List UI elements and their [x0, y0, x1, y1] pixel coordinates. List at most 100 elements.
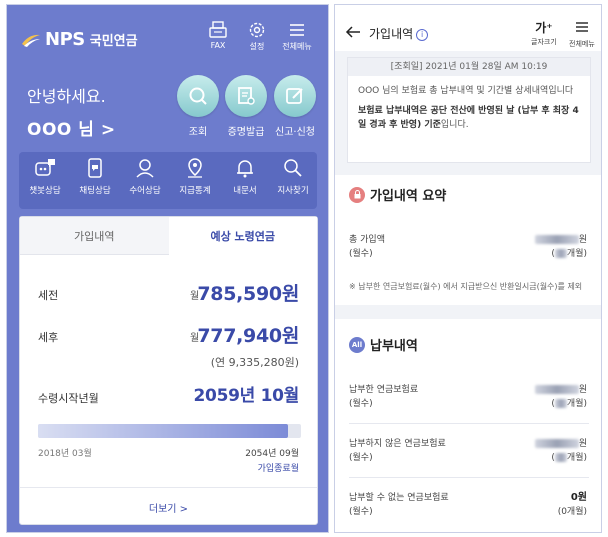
paid-months-unit: 개월): [566, 399, 587, 409]
quick-menu-bar: 챗봇상담 채팅상담 수어상담 지급통계 내문서 지사찾기: [19, 152, 317, 209]
quick-chatbot[interactable]: 챗봇상담: [25, 157, 65, 196]
progress-start-date: 2018년 03월: [38, 449, 92, 459]
tab-subscription-history[interactable]: 가입내역: [20, 217, 169, 255]
unpayable-months-label: (월수): [349, 507, 373, 517]
quick-find-branch-label: 지사찾기: [277, 186, 309, 196]
magnifier-icon: [284, 159, 302, 177]
total-amount-unit: 원: [578, 235, 587, 245]
row-divider: [349, 423, 589, 424]
quick-my-documents-label: 내문서: [233, 186, 257, 196]
user-name-link[interactable]: OOO 님 >: [27, 115, 116, 140]
payment-row-label: 납부할 수 없는 연금보험료 (월수): [349, 491, 449, 519]
report-apply-button[interactable]: 신고·신청: [272, 75, 318, 138]
unpaid-months-label: (월수): [349, 453, 373, 463]
masked-value: [534, 385, 579, 394]
certificate-circle: [225, 75, 267, 117]
enrollment-end-link[interactable]: 가입종료월: [258, 461, 299, 474]
fax-label: FAX: [210, 41, 226, 50]
unpaid-label: 납부하지 않은 연금보험료: [349, 439, 446, 449]
summary-title-text: 가입내역 요약: [370, 189, 447, 204]
notice-text-2-tail: 입니다.: [440, 120, 469, 130]
masked-value: [554, 453, 567, 462]
notice-body: OOO 님의 보험료 총 납부내역 및 기간별 상세내역입니다 보험료 납부내역…: [348, 76, 590, 140]
summary-note: ※ 납부한 연금보험료(월수) 에서 지급받으신 반환일시금(월수)를 제외: [349, 282, 583, 291]
font-size-icon: 가⁺: [535, 21, 553, 35]
back-arrow-icon[interactable]: [345, 25, 361, 39]
quick-chatbot-label: 챗봇상담: [29, 186, 61, 196]
info-icon[interactable]: i: [416, 29, 429, 41]
font-size-button[interactable]: 가⁺ 글자크기: [531, 19, 557, 47]
unpayable-months: (0개월): [557, 507, 587, 517]
section-gap: [335, 305, 601, 319]
unpaid-value: 원 (개월): [534, 437, 587, 465]
unpaid-amount-unit: 원: [578, 439, 587, 449]
payment-row-label: 납부하지 않은 연금보험료 (월수): [349, 437, 446, 465]
logo-text-ko: 국민연금: [89, 34, 138, 49]
payment-row-label: 납부한 연금보험료 (월수): [349, 383, 418, 411]
lock-icon: [354, 190, 360, 199]
total-months-unit: 개월): [566, 249, 587, 259]
unpayable-value: 0원 (0개월): [558, 491, 587, 519]
notice-text-1: OOO 님의 보험료 총 납부내역 및 기간별 상세내역입니다: [358, 86, 574, 96]
notice-box: [조회일] 2021년 01월 28일 AM 10:19 OOO 님의 보험료 …: [347, 57, 591, 163]
masked-value: [554, 249, 567, 258]
tab-expected-pension[interactable]: 예상 노령연금: [168, 217, 317, 255]
masked-value: [534, 439, 579, 448]
right-menu-label: 전체메뉴: [569, 40, 595, 48]
unpayable-label: 납부할 수 없는 연금보험료: [349, 493, 449, 503]
menu-icon: [290, 24, 304, 36]
quick-chat[interactable]: 채팅상담: [75, 157, 115, 196]
fax-button[interactable]: FAX: [200, 21, 236, 50]
quick-statistics[interactable]: 지급통계: [175, 157, 215, 196]
total-amount-label-text: 총 가입액: [349, 235, 385, 245]
more-link[interactable]: 더보기 >: [20, 500, 317, 515]
paid-label: 납부한 연금보험료: [349, 385, 419, 395]
post-tax-amount: 777,940원: [197, 325, 299, 347]
logo-text-en: NPS: [45, 29, 85, 50]
enrollment-progress-bar: [38, 424, 301, 438]
start-date-value: 2059년 10월: [193, 386, 300, 406]
bell-icon: [237, 160, 253, 178]
masked-value: [534, 235, 579, 244]
row-divider: [349, 477, 589, 478]
quick-sign-language[interactable]: 수어상담: [125, 157, 165, 196]
unpaid-months-unit: 개월): [566, 453, 587, 463]
pension-card: 가입내역 예상 노령연금 세전 월 785,590원 세후 월 777,940원…: [19, 216, 318, 525]
post-tax-label: 세후: [38, 331, 59, 344]
masked-value: [554, 399, 567, 408]
font-size-label: 글자크기: [531, 38, 557, 46]
full-menu-button[interactable]: 전체메뉴: [279, 21, 315, 52]
pre-tax-label: 세전: [38, 289, 59, 302]
page-title-text: 가입내역: [369, 27, 414, 41]
inquiry-button[interactable]: 조회: [175, 75, 221, 138]
quick-statistics-label: 지급통계: [179, 186, 211, 196]
paid-amount-unit: 원: [578, 385, 587, 395]
right-menu-button[interactable]: 전체메뉴: [569, 19, 595, 49]
chat-icon: [88, 158, 102, 178]
start-date-label: 수령시작년월: [38, 392, 99, 405]
sign-language-icon: [136, 159, 154, 178]
right-phone-screen: 가입내역 i 가⁺ 글자크기 전체메뉴 [조회일] 2021년 01월 28일 A…: [334, 4, 602, 533]
greeting-block: 안녕하세요. OOO 님 >: [27, 83, 116, 140]
location-icon: [188, 158, 202, 178]
search-icon: [189, 87, 207, 105]
report-apply-label: 신고·신청: [275, 127, 315, 138]
inquiry-date: [조회일] 2021년 01월 28일 AM 10:19: [348, 58, 590, 76]
summary-section-title: 가입내역 요약: [349, 185, 446, 204]
quick-find-branch[interactable]: 지사찾기: [273, 157, 313, 196]
certificate-button[interactable]: 증명발급: [223, 75, 269, 138]
report-apply-circle: [274, 75, 316, 117]
nps-logo[interactable]: NPS 국민연금: [21, 29, 138, 50]
settings-label: 설정: [249, 42, 265, 51]
progress-end-date: 2054년 09월: [245, 449, 299, 459]
quick-chat-label: 채팅상담: [79, 186, 111, 196]
pre-tax-amount: 785,590원: [197, 283, 299, 305]
chatbot-icon: [35, 159, 55, 176]
settings-button[interactable]: 설정: [239, 21, 275, 52]
all-icon: All: [349, 336, 365, 353]
summary-section-icon: [349, 186, 365, 203]
menu-icon: [575, 22, 588, 32]
total-months-label-text: (월수): [349, 249, 373, 259]
logo-swoosh-icon: [22, 34, 40, 47]
quick-my-documents[interactable]: 내문서: [225, 157, 265, 196]
